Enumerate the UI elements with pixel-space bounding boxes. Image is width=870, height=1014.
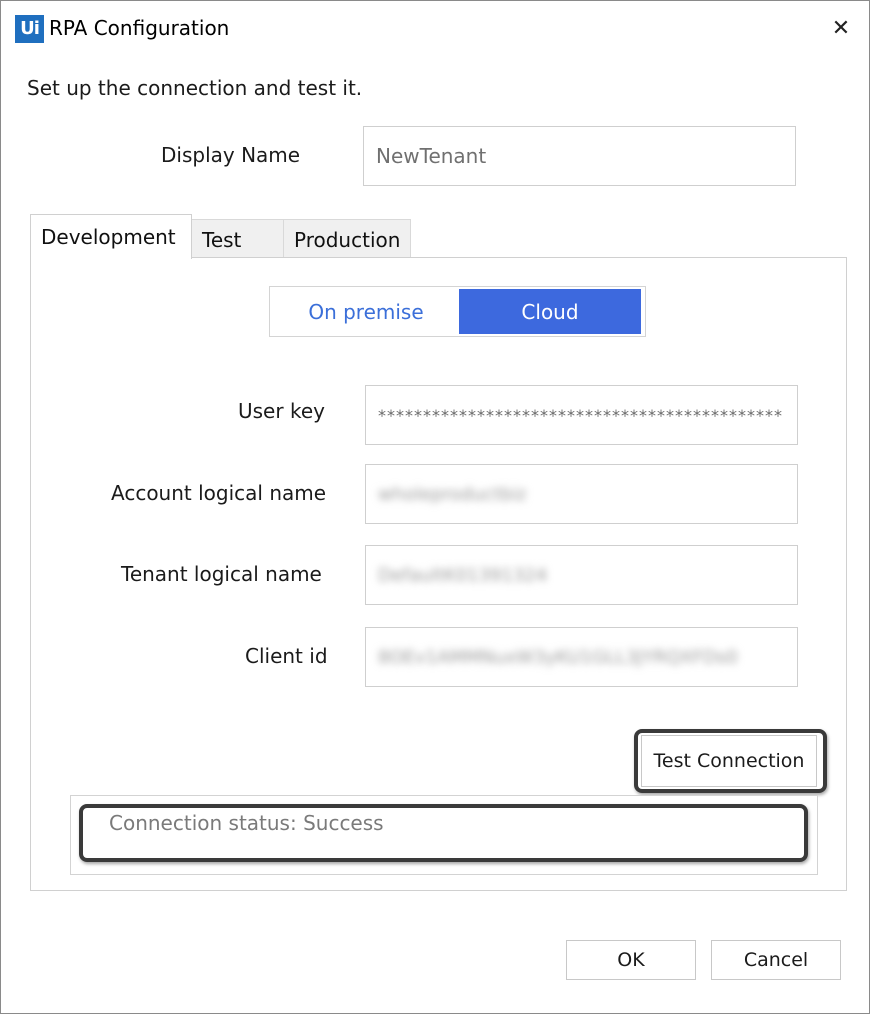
tenant-logical-name-label: Tenant logical name	[121, 562, 322, 586]
account-logical-name-value: wholeproductbiz	[378, 483, 527, 505]
client-id-value: 8OEv1AMMNuxW3yKU1GLL3JYRQXFDs0	[378, 646, 738, 668]
uipath-logo-icon: Ui	[15, 15, 44, 43]
tab-development[interactable]: Development	[30, 214, 192, 259]
display-name-label: Display Name	[161, 143, 301, 167]
on-premise-option[interactable]: On premise	[272, 289, 460, 334]
account-logical-name-field[interactable]: wholeproductbiz	[365, 464, 798, 524]
close-icon[interactable]: ✕	[819, 7, 863, 51]
cloud-option[interactable]: Cloud	[459, 289, 641, 334]
user-key-value: ****************************************…	[378, 405, 783, 425]
ok-button[interactable]: OK	[566, 940, 696, 980]
tab-test[interactable]: Test	[191, 219, 284, 259]
dialog-instructions: Set up the connection and test it.	[27, 76, 363, 100]
deployment-type-toggle: On premise Cloud	[269, 286, 646, 337]
cancel-button[interactable]: Cancel	[711, 940, 841, 980]
tab-production-label: Production	[294, 227, 401, 252]
display-name-value: NewTenant	[376, 144, 487, 168]
tab-development-label: Development	[41, 225, 176, 249]
tenant-logical-name-field[interactable]: DefaultK01391324	[365, 545, 798, 605]
title-bar: Ui RPA Configuration ✕	[1, 1, 869, 56]
account-logical-name-label: Account logical name	[111, 481, 327, 505]
window-title: RPA Configuration	[49, 16, 230, 40]
tab-production[interactable]: Production	[283, 219, 411, 259]
tab-test-label: Test	[202, 227, 242, 252]
user-key-label: User key	[238, 399, 325, 423]
rpa-configuration-dialog: Ui RPA Configuration ✕ Set up the connec…	[0, 0, 870, 1014]
tenant-logical-name-value: DefaultK01391324	[378, 564, 548, 586]
user-key-field[interactable]: ****************************************…	[365, 385, 798, 445]
connection-status-highlight	[79, 804, 808, 862]
test-connection-highlight	[634, 729, 827, 793]
display-name-field[interactable]: NewTenant	[363, 126, 796, 186]
client-id-field[interactable]: 8OEv1AMMNuxW3yKU1GLL3JYRQXFDs0	[365, 627, 798, 687]
client-id-label: Client id	[245, 644, 328, 668]
